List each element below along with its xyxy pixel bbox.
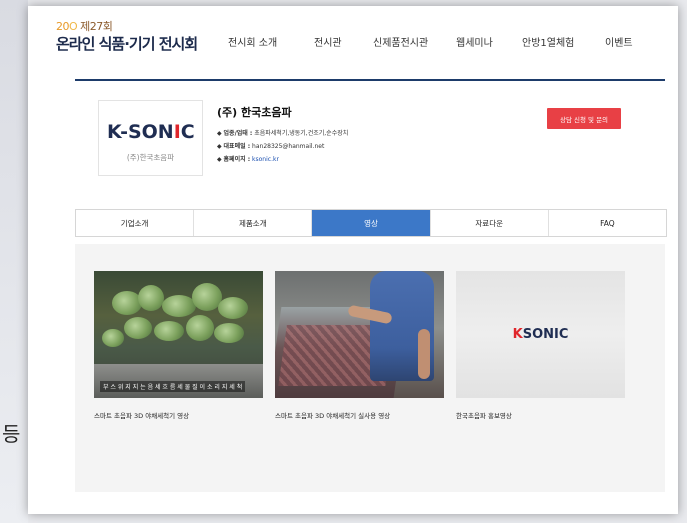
nav-item-event[interactable]: 이벤트 bbox=[605, 34, 633, 49]
exhibition-logo-title[interactable]: 온라인 식품·기기 전시회 bbox=[56, 33, 198, 54]
nav-item-exhibition-hall[interactable]: 전시관 bbox=[314, 34, 342, 49]
video-card-washer-usage[interactable]: 스마트 초음파 3D 야채세척기 실사용 영상 bbox=[275, 271, 444, 420]
logo-year-digits: 20 bbox=[56, 20, 70, 33]
video-caption[interactable]: 스마트 초음파 3D 야채세척기 실사용 영상 bbox=[275, 410, 390, 420]
tab-products[interactable]: 제품소개 bbox=[194, 210, 313, 236]
side-fragment-text: 등 bbox=[2, 422, 21, 446]
info-row-homepage: ◆ 홈페이지 : ksonic.kr bbox=[217, 156, 279, 163]
tab-company-intro[interactable]: 기업소개 bbox=[76, 210, 195, 236]
video-caption[interactable]: 한국초음파 홍보영상 bbox=[456, 410, 512, 420]
nav-item-intro[interactable]: 전시회 소개 bbox=[228, 34, 277, 49]
info-row-email: ◆ 대표메일 : han28325@hanmail.net bbox=[217, 143, 325, 150]
video-thumbnail-promo[interactable]: KSONIC bbox=[456, 271, 625, 398]
company-email-link[interactable]: han28325@hanmail.net bbox=[252, 143, 324, 150]
exhibition-logo-year[interactable]: 20O 제27회 bbox=[56, 18, 113, 34]
video-thumbnail-usage[interactable] bbox=[275, 271, 444, 398]
promo-logo: KSONIC bbox=[512, 327, 569, 342]
video-thumbnail-washer[interactable]: 부 스 위 지 지 는 음 세 흐 름 세 물 질 이 소 리 지 세 척 bbox=[94, 271, 263, 398]
video-caption[interactable]: 스마트 초음파 3D 야채세척기 영상 bbox=[94, 410, 189, 420]
main-nav: 전시회 소개 전시관 신제품전시관 웹세미나 안방1열체험 이벤트 bbox=[228, 34, 668, 50]
company-logo-subtitle: (주)한국초음파 bbox=[126, 153, 175, 162]
company-logo: K-SONIC (주)한국초음파 bbox=[98, 100, 203, 176]
video-card-washer-demo[interactable]: 부 스 위 지 지 는 음 세 흐 름 세 물 질 이 소 리 지 세 척 스마… bbox=[94, 271, 263, 420]
nav-item-new-products[interactable]: 신제품전시관 bbox=[373, 34, 428, 49]
video-card-promo[interactable]: KSONIC 한국초음파 홍보영상 bbox=[456, 271, 625, 420]
logo-edition: 제27회 bbox=[80, 20, 113, 33]
inquiry-button[interactable]: 상담 신청 및 문의 bbox=[547, 108, 621, 129]
header-divider bbox=[75, 79, 665, 81]
logo-year-ring: O bbox=[69, 20, 78, 33]
tab-videos[interactable]: 영상 bbox=[312, 210, 431, 236]
thumbnail-subtitle: 부 스 위 지 지 는 음 세 흐 름 세 물 질 이 소 리 지 세 척 bbox=[100, 381, 246, 392]
info-row-business: ◆ 업종/업태 : 초음파세척기,냉동기,건조기,순수장치 bbox=[217, 130, 349, 137]
company-logo-wordmark: K-SONIC bbox=[107, 121, 195, 143]
tab-downloads[interactable]: 자료다운 bbox=[431, 210, 549, 236]
nav-item-experience[interactable]: 안방1열체험 bbox=[522, 34, 574, 49]
nav-item-webinar[interactable]: 웹세미나 bbox=[456, 34, 493, 49]
company-name: (주) 한국초음파 bbox=[217, 106, 292, 119]
company-tabs: 기업소개 제품소개 영상 자료다운 FAQ bbox=[75, 209, 667, 237]
company-homepage-link[interactable]: ksonic.kr bbox=[252, 156, 279, 163]
tab-faq[interactable]: FAQ bbox=[549, 210, 666, 236]
video-list: 부 스 위 지 지 는 음 세 흐 름 세 물 질 이 소 리 지 세 척 스마… bbox=[75, 244, 665, 492]
